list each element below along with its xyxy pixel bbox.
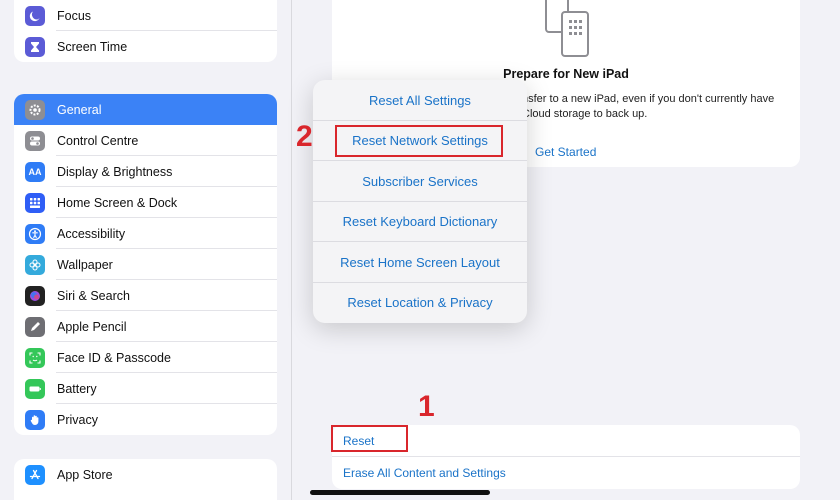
sidebar-group-store: App Store <box>14 459 277 500</box>
sidebar-item-accessibility[interactable]: Accessibility <box>14 218 277 249</box>
sidebar-item-label: General <box>57 102 102 117</box>
text-size-icon: AA <box>25 161 45 182</box>
sidebar-item-general[interactable]: General <box>14 94 277 125</box>
hand-icon <box>25 409 45 430</box>
reset-home-screen-layout-option[interactable]: Reset Home Screen Layout <box>313 242 527 283</box>
siri-icon <box>25 285 45 306</box>
home-indicator <box>310 490 490 495</box>
grid-icon <box>25 192 45 213</box>
sidebar-item-label: Control Centre <box>57 133 139 148</box>
toggles-icon <box>25 130 45 151</box>
sidebar-item-display-brightness[interactable]: AA Display & Brightness <box>14 156 277 187</box>
sidebar-item-focus[interactable]: Focus <box>14 0 277 31</box>
sidebar-item-label: Home Screen & Dock <box>57 195 178 210</box>
sidebar-item-screen-time[interactable]: Screen Time <box>14 31 277 62</box>
reset-highlight-box <box>331 425 408 452</box>
battery-icon <box>25 378 45 399</box>
prepare-description: nsfer to a new iPad, even if you don't c… <box>522 92 774 121</box>
prepare-description-line: nsfer to a new iPad, even if you don't c… <box>522 93 775 105</box>
sidebar-item-label: Apple Pencil <box>57 319 127 334</box>
pencil-icon <box>25 316 45 337</box>
sidebar-item-apple-pencil[interactable]: Apple Pencil <box>14 311 277 342</box>
prepare-title: Prepare for New iPad <box>503 67 629 81</box>
sidebar-item-face-id[interactable]: Face ID & Passcode <box>14 342 277 373</box>
sidebar-item-label: Privacy <box>57 412 98 427</box>
subscriber-services-option[interactable]: Subscriber Services <box>313 161 527 202</box>
sidebar-item-app-store[interactable]: App Store <box>14 459 277 490</box>
sidebar-item-home-screen-dock[interactable]: Home Screen & Dock <box>14 187 277 218</box>
step-2-annotation: 2 <box>296 120 313 153</box>
sidebar-item-label: Screen Time <box>57 39 128 54</box>
gear-icon <box>25 99 45 120</box>
reset-location-privacy-option[interactable]: Reset Location & Privacy <box>313 283 527 324</box>
sidebar-group-focus: Focus Screen Time <box>14 0 277 62</box>
get-started-link[interactable]: Get Started <box>535 145 596 159</box>
app-store-icon <box>25 464 45 485</box>
accessibility-icon <box>25 223 45 244</box>
sidebar-item-label: Display & Brightness <box>57 164 173 179</box>
sidebar-group-general: General Control Centre AA Display & Brig… <box>14 94 277 435</box>
moon-icon <box>25 5 45 26</box>
sidebar-item-label: Battery <box>57 381 97 396</box>
sidebar-item-control-centre[interactable]: Control Centre <box>14 125 277 156</box>
reset-popup-menu: Reset All Settings Reset Network Setting… <box>313 80 527 323</box>
ipad-transfer-icon <box>545 0 589 57</box>
settings-sidebar: Focus Screen Time General Control Centre… <box>0 0 292 500</box>
sidebar-item-label: Face ID & Passcode <box>57 350 171 365</box>
hourglass-icon <box>25 36 45 57</box>
sidebar-item-label: Accessibility <box>57 226 126 241</box>
step-1-annotation: 1 <box>418 390 435 423</box>
sidebar-item-siri-search[interactable]: Siri & Search <box>14 280 277 311</box>
reset-all-settings-option[interactable]: Reset All Settings <box>313 80 527 121</box>
face-id-icon <box>25 347 45 368</box>
sidebar-item-wallpaper[interactable]: Wallpaper <box>14 249 277 280</box>
sidebar-item-label: Wallpaper <box>57 257 113 272</box>
flower-icon <box>25 254 45 275</box>
erase-all-content-button[interactable]: Erase All Content and Settings <box>332 457 800 489</box>
reset-keyboard-dictionary-option[interactable]: Reset Keyboard Dictionary <box>313 202 527 243</box>
prepare-description-line: Cloud storage to back up. <box>522 107 648 120</box>
network-highlight-box <box>335 125 503 157</box>
sidebar-item-label: Siri & Search <box>57 288 130 303</box>
sidebar-item-label: Focus <box>57 8 92 23</box>
sidebar-item-battery[interactable]: Battery <box>14 373 277 404</box>
sidebar-item-label: App Store <box>57 467 113 482</box>
sidebar-item-privacy[interactable]: Privacy <box>14 404 277 435</box>
